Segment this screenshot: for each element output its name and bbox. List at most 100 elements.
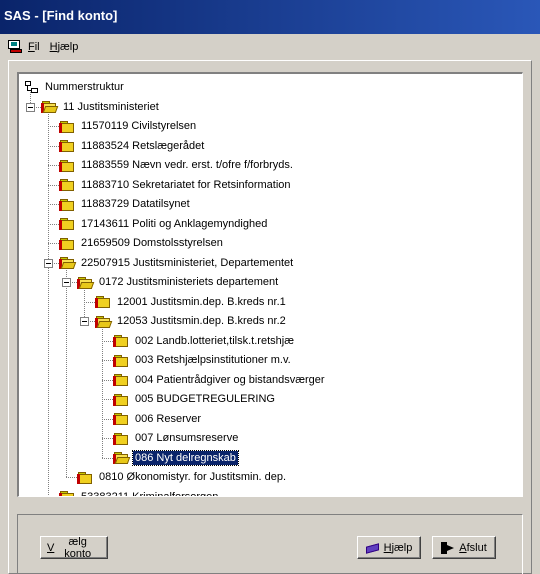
tree-node-n17143611[interactable]: 17143611 Politi og Anklagemyndighed <box>59 215 269 233</box>
folder-icon <box>113 432 129 445</box>
tree-node-n007[interactable]: 007 Lønsumsreserve <box>113 429 240 447</box>
tree-node-label: 006 Reserver <box>135 412 202 425</box>
tree-node-n11883559[interactable]: 11883559 Nævn vedr. erst. t/ofre f/forbr… <box>59 156 295 174</box>
window-titlebar: SAS - [Find konto] <box>0 0 540 34</box>
exit-door-icon <box>441 541 455 554</box>
tree-node-n11[interactable]: 11 Justitsministeriet <box>41 98 161 116</box>
tree-node-label: 11570119 Civilstyrelsen <box>81 120 197 132</box>
tree-connector <box>48 223 59 225</box>
tree-node-label: 004 Patientrådgiver og bistandsværger <box>135 373 325 386</box>
folder-open-icon <box>113 451 131 464</box>
tree-node-n11883729[interactable]: 11883729 Datatilsynet <box>59 195 192 213</box>
tree-connector <box>48 145 59 147</box>
tree-node-n12053[interactable]: 12053 Justitsmin.dep. B.kreds nr.2 <box>95 312 288 330</box>
folder-open-icon <box>59 256 77 269</box>
tree-node-label: 11883710 Sekretariatet for Retsinformati… <box>81 178 291 191</box>
tree-node-label: 11883729 Datatilsynet <box>81 198 190 210</box>
folder-icon <box>113 354 129 367</box>
tree-connector <box>48 204 59 205</box>
tree-node-label: 11883559 Nævn vedr. erst. t/ofre f/forbr… <box>81 159 293 171</box>
app-computer-icon[interactable] <box>8 40 24 54</box>
tree-connector <box>48 243 59 244</box>
tree-node-label: 53383211 Kriminalforsorgen <box>81 490 219 497</box>
tree-connector <box>102 399 113 400</box>
tree-connector <box>48 165 59 166</box>
tree-node-n086[interactable]: 086 Nyt delregnskab <box>113 449 239 467</box>
folder-icon <box>113 393 129 406</box>
folder-icon <box>113 334 129 347</box>
exit-button[interactable]: Afslut <box>432 536 496 559</box>
tree-node-label: 005 BUDGETREGULERING <box>135 393 275 405</box>
tree-connector <box>48 111 49 496</box>
menu-fil[interactable]: Fil <box>28 41 40 53</box>
tree-node-label: 003 Retshjælpsinstitutioner m.v. <box>135 354 291 366</box>
tree-node-n0810[interactable]: 0810 Økonomistyr. for Justitsmin. dep. <box>77 468 288 486</box>
hierarchy-icon <box>25 80 39 94</box>
collapse-toggle[interactable] <box>62 278 71 287</box>
tree-node-n21659509[interactable]: 21659509 Domstolsstyrelsen <box>59 234 225 252</box>
tree-node-n004[interactable]: 004 Patientrådgiver og bistandsværger <box>113 371 327 389</box>
collapse-toggle[interactable] <box>44 258 53 268</box>
tree-node-label: 12053 Justitsmin.dep. B.kreds nr.2 <box>117 315 286 327</box>
folder-icon <box>59 237 75 250</box>
tree-connector <box>102 379 113 381</box>
tree-node-n11883710[interactable]: 11883710 Sekretariatet for Retsinformati… <box>59 176 293 194</box>
menu-bar: Fil Hjælp <box>0 34 540 60</box>
tree-connector <box>102 360 113 361</box>
tree-node-n002[interactable]: 002 Landb.lotteriet,tilsk.t.retshjæ <box>113 332 296 350</box>
tree-node-n11570119[interactable]: 11570119 Civilstyrelsen <box>59 117 198 135</box>
folder-open-icon <box>41 100 59 113</box>
tree-node-label: 11 Justitsministeriet <box>63 100 159 113</box>
tree-node-n006[interactable]: 006 Reserver <box>113 410 203 428</box>
tree-node-label: 002 Landb.lotteriet,tilsk.t.retshjæ <box>135 334 294 347</box>
folder-icon <box>113 373 129 386</box>
tree-node-label: 0172 Justitsministeriets departement <box>99 276 279 288</box>
tree-node-n12001[interactable]: 12001 Justitsmin.dep. B.kreds nr.1 <box>95 293 288 311</box>
tree-connector <box>102 418 113 420</box>
tree-node-label: 21659509 Domstolsstyrelsen <box>81 237 223 249</box>
tree-node-n003[interactable]: 003 Retshjælpsinstitutioner m.v. <box>113 351 293 369</box>
tree-connector <box>102 457 113 459</box>
tree-connector <box>48 497 59 498</box>
folder-open-icon <box>77 276 95 289</box>
folder-icon <box>77 471 93 484</box>
folder-icon <box>95 295 111 308</box>
tree-node-label: 11883524 Retslægerådet <box>81 139 205 152</box>
tree-connector <box>84 301 95 303</box>
tree-root-label: Nummerstruktur <box>45 81 124 93</box>
tree-connector <box>66 477 77 478</box>
folder-icon <box>59 217 75 230</box>
tree-node-n005[interactable]: 005 BUDGETREGULERING <box>113 390 277 408</box>
tree-node-label: 17143611 Politi og Anklagemyndighed <box>81 217 268 230</box>
collapse-toggle[interactable] <box>26 102 35 112</box>
tree-node-label: 0810 Økonomistyr. for Justitsmin. dep. <box>99 471 287 483</box>
tree-node-label: 086 Nyt delregnskab <box>132 449 239 466</box>
folder-icon <box>59 120 75 133</box>
tree-node-label: 12001 Justitsmin.dep. B.kreds nr.1 <box>117 295 286 308</box>
tree-node-n53383211[interactable]: 53383211 Kriminalforsorgen <box>59 488 220 497</box>
folder-icon <box>59 490 75 496</box>
tree-connector <box>48 126 59 127</box>
tree-connector <box>102 340 113 342</box>
tree-node-n0172[interactable]: 0172 Justitsministeriets departement <box>77 273 280 291</box>
folder-icon <box>59 139 75 152</box>
tree-connector <box>66 267 67 477</box>
select-account-button[interactable]: Vælg konto <box>40 536 108 560</box>
tree-node-n11883524[interactable]: 11883524 Retslægerådet <box>59 137 206 155</box>
folder-icon <box>59 178 75 191</box>
folder-icon <box>113 412 129 425</box>
account-tree-view[interactable]: Nummerstruktur 11 Justitsministeriet 1157… <box>17 72 523 497</box>
folder-icon <box>59 159 75 172</box>
collapse-toggle[interactable] <box>80 317 89 326</box>
tree-node-label: 007 Lønsumsreserve <box>135 432 239 444</box>
tree-connector <box>84 287 85 321</box>
menu-hjaelp[interactable]: Hjælp <box>50 41 79 53</box>
folder-open-icon <box>95 315 113 328</box>
tree-root[interactable]: Nummerstruktur <box>25 78 126 96</box>
book-icon <box>365 542 380 554</box>
help-button[interactable]: Hjælp <box>357 536 421 559</box>
window-title: SAS - [Find konto] <box>4 8 118 23</box>
tree-node-label: 22507915 Justitsministeriet, Departement… <box>81 256 294 269</box>
tree-connector <box>48 184 59 186</box>
tree-node-n22507915[interactable]: 22507915 Justitsministeriet, Departement… <box>59 254 295 272</box>
